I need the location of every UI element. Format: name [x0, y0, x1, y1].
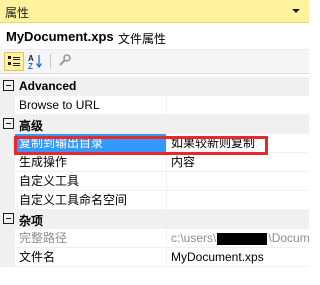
property-value[interactable]: 内容 [167, 153, 309, 172]
property-name: 自定义工具 [15, 172, 167, 191]
property-row[interactable]: 自定义工具 [0, 172, 309, 191]
property-row[interactable]: 生成操作 内容 [0, 153, 309, 172]
property-value[interactable]: 如果较新则复制 [167, 134, 309, 153]
object-selector[interactable]: MyDocument.xps 文件属性 [0, 23, 309, 50]
property-value: c:\users\ \Docume [167, 229, 309, 248]
grid-empty-area [0, 267, 309, 285]
categorized-button[interactable] [4, 52, 24, 71]
collapse-icon[interactable] [3, 118, 14, 129]
property-row[interactable]: 完整路径 c:\users\ \Docume [0, 229, 309, 248]
category-label: 高级 [19, 119, 44, 133]
property-value[interactable] [167, 96, 309, 115]
toolbar-separator [50, 54, 51, 69]
property-row-selected[interactable]: 复制到输出目录 如果较新则复制 [0, 134, 309, 153]
property-name: Browse to URL [15, 96, 167, 115]
redacted-username [217, 232, 268, 245]
alphabetical-icon: A Z [28, 54, 43, 71]
property-name: 自定义工具命名空间 [15, 191, 167, 210]
property-row[interactable]: Browse to URL [0, 96, 309, 115]
property-name: 复制到输出目录 [15, 134, 167, 153]
property-value[interactable] [167, 191, 309, 210]
categorized-icon [8, 56, 20, 66]
properties-toolbar: A Z [0, 50, 309, 74]
collapse-icon[interactable] [3, 80, 14, 91]
property-name: 完整路径 [15, 229, 167, 248]
category-misc[interactable]: 杂项 [0, 210, 309, 229]
object-name: MyDocument.xps [6, 29, 114, 44]
path-suffix: \Docume [268, 231, 309, 245]
window-menu-dropdown-icon[interactable] [288, 3, 304, 19]
property-pages-wrench-icon [59, 54, 71, 66]
property-pages-button[interactable] [56, 52, 76, 71]
window-title: 属性 [5, 6, 30, 20]
collapse-icon[interactable] [3, 213, 14, 224]
property-name: 文件名 [15, 248, 167, 267]
category-label: Advanced [19, 79, 77, 93]
path-prefix: c:\users\ [171, 231, 217, 245]
svg-text:Z: Z [28, 62, 33, 71]
category-label: 杂项 [19, 214, 44, 228]
alphabetical-button[interactable]: A Z [26, 52, 46, 71]
property-row[interactable]: 自定义工具命名空间 [0, 191, 309, 210]
object-type: 文件属性 [118, 32, 167, 46]
property-row[interactable]: 文件名 MyDocument.xps [0, 248, 309, 267]
properties-window-titlebar: 属性 [0, 0, 309, 23]
property-name: 生成操作 [15, 153, 167, 172]
category-advanced[interactable]: Advanced [0, 77, 309, 96]
property-value[interactable] [167, 172, 309, 191]
property-grid: Advanced Browse to URL 高级 复制到输出目录 如果较新则复… [0, 75, 309, 285]
property-value[interactable]: MyDocument.xps [167, 248, 309, 267]
category-advanced-cn[interactable]: 高级 [0, 115, 309, 134]
